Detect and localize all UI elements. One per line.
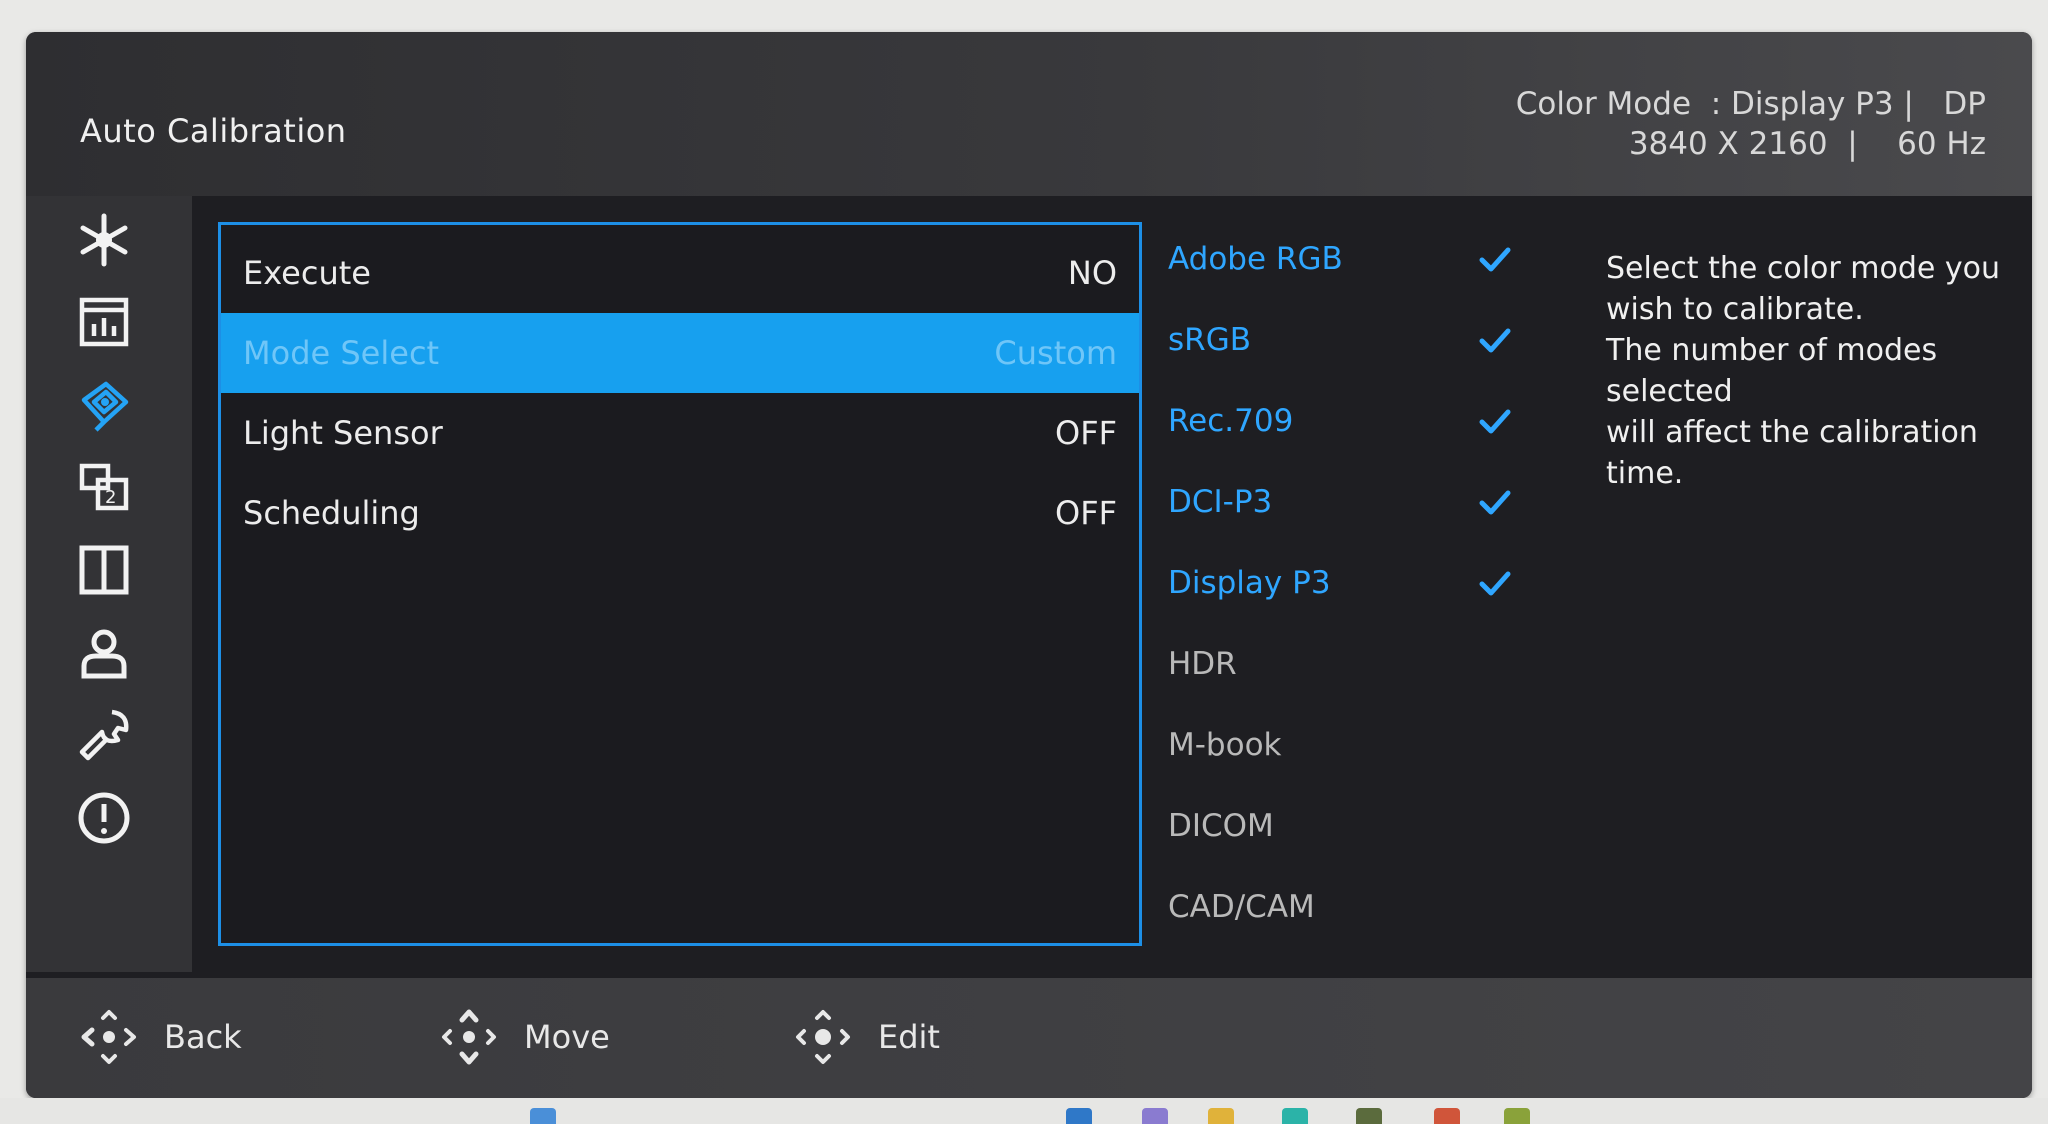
status-info: Color Mode : Display P3 | DP 3840 X 2160… — [1516, 84, 1986, 164]
color-mode-option-label: DICOM — [1168, 808, 1274, 844]
menu-row-label: Light Sensor — [243, 414, 443, 452]
color-mode-option[interactable]: sRGB — [1168, 305, 1548, 375]
status-resolution: 3840 X 2160 | 60 Hz — [1628, 126, 1986, 162]
joystick-vertical-icon — [442, 1009, 496, 1065]
back-button[interactable]: Back — [78, 1006, 242, 1068]
color-mode-option[interactable]: CAD/CAM — [1168, 872, 1548, 942]
checkmark-icon — [1479, 571, 1511, 596]
color-mode-option-label: DCI-P3 — [1168, 484, 1273, 520]
pip-icon[interactable]: 2 — [74, 458, 134, 518]
color-mode-option-label: HDR — [1168, 646, 1237, 682]
menu-row-value: OFF — [1055, 414, 1117, 452]
menu-row-value: NO — [1067, 254, 1117, 292]
color-mode-option[interactable]: Adobe RGB — [1168, 224, 1548, 294]
edit-button[interactable]: Edit — [792, 1006, 940, 1068]
menu-row-value: OFF — [1055, 494, 1117, 532]
menu-row-light-sensor[interactable]: Light Sensor OFF — [221, 393, 1139, 473]
brightness-icon[interactable] — [74, 210, 134, 270]
menu-panel: Execute NO Mode Select Custom Light Sens… — [218, 222, 1142, 946]
menu-row-label: Execute — [243, 254, 371, 292]
color-mode-option[interactable]: HDR — [1168, 629, 1548, 699]
footer-bar: Back Move Edit — [26, 978, 2032, 1098]
checkmark-icon — [1479, 247, 1511, 272]
color-mode-option[interactable]: DICOM — [1168, 791, 1548, 861]
picture-adjust-icon[interactable] — [74, 292, 134, 352]
header-bar: Auto Calibration Color Mode : Display P3… — [26, 32, 2032, 196]
color-mode-option-label: Adobe RGB — [1168, 241, 1343, 277]
svg-text:2: 2 — [105, 487, 116, 508]
menu-row-label: Scheduling — [243, 494, 420, 532]
menu-row-label: Mode Select — [243, 334, 440, 372]
joystick-press-icon — [796, 1010, 850, 1064]
info-icon[interactable] — [74, 788, 134, 848]
checkmark-icon — [1479, 409, 1511, 434]
move-button[interactable]: Move — [438, 1006, 610, 1068]
color-mode-option-label: Display P3 — [1168, 565, 1331, 601]
split-screen-icon[interactable] — [74, 540, 134, 600]
menu-row-execute[interactable]: Execute NO — [221, 233, 1139, 313]
taskbar-icon — [1066, 1108, 1092, 1124]
help-line: Select the color mode you — [1606, 251, 2000, 286]
color-mode-options: Adobe RGB sRGB Rec.709 DCI-P3 Display P3 HDR M… — [1168, 222, 1548, 982]
checkmark-icon — [1479, 490, 1511, 515]
sidebar: 2 — [26, 196, 192, 972]
menu-row-mode-select[interactable]: Mode Select Custom — [221, 313, 1139, 393]
taskbar-icon — [1208, 1108, 1234, 1124]
osd-window: Auto Calibration Color Mode : Display P3… — [26, 32, 2032, 1098]
color-mode-option[interactable]: DCI-P3 — [1168, 467, 1548, 537]
page-title: Auto Calibration — [80, 112, 347, 150]
checkmark-icon — [1479, 328, 1511, 353]
back-label: Back — [164, 1018, 242, 1056]
color-mode-option[interactable]: Display P3 — [1168, 548, 1548, 618]
joystick-left-icon — [81, 1010, 136, 1064]
move-label: Move — [524, 1018, 610, 1056]
edit-label: Edit — [878, 1018, 940, 1056]
color-mode-option[interactable]: Rec.709 — [1168, 386, 1548, 456]
color-mode-option-label: CAD/CAM — [1168, 889, 1315, 925]
taskbar-icon — [1434, 1108, 1460, 1124]
taskbar-icon — [1504, 1108, 1530, 1124]
taskbar-icon — [530, 1108, 556, 1124]
taskbar-icon — [1142, 1108, 1168, 1124]
help-line: will affect the calibration time. — [1606, 415, 1978, 491]
color-calibration-icon[interactable] — [74, 374, 134, 434]
taskbar-icon — [1356, 1108, 1382, 1124]
user-icon[interactable] — [74, 624, 134, 684]
help-text: Select the color mode you wish to calibr… — [1606, 248, 2026, 494]
status-color-mode: Color Mode : Display P3 | DP — [1515, 86, 1986, 122]
tools-icon[interactable] — [74, 706, 134, 766]
menu-row-value: Custom — [994, 334, 1117, 372]
taskbar-icon — [1282, 1108, 1308, 1124]
color-mode-option-label: Rec.709 — [1168, 403, 1294, 439]
taskbar-strip — [0, 1098, 2048, 1124]
color-mode-option-label: M-book — [1168, 727, 1282, 763]
color-mode-option-label: sRGB — [1168, 322, 1251, 358]
help-line: wish to calibrate. — [1606, 292, 1864, 327]
menu-row-scheduling[interactable]: Scheduling OFF — [221, 473, 1139, 553]
color-mode-option[interactable]: M-book — [1168, 710, 1548, 780]
help-line: The number of modes selected — [1606, 333, 1938, 409]
